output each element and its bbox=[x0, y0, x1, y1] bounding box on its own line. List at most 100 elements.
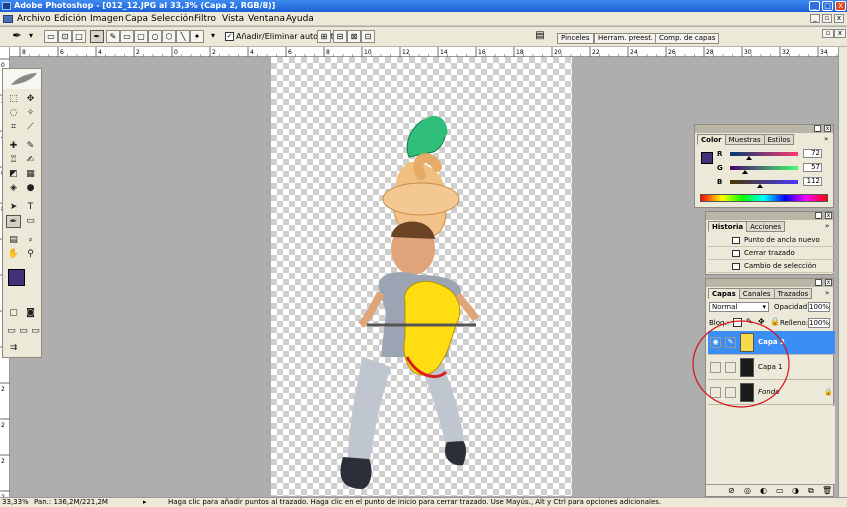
doc-minimize-button[interactable]: _ bbox=[810, 14, 820, 23]
crop-tool-icon[interactable]: ⌗ bbox=[6, 121, 21, 134]
menu-filtro[interactable]: Filtro bbox=[194, 13, 216, 25]
menu-capa[interactable]: Capa bbox=[125, 13, 148, 25]
adjustment-layer-icon[interactable]: ◑ bbox=[792, 486, 799, 495]
shape-layers-button[interactable]: ▭ bbox=[44, 30, 58, 43]
freeform-pen-button[interactable]: ✎ bbox=[106, 30, 120, 43]
geometry-options-dropdown-icon[interactable]: ▾ bbox=[206, 30, 220, 43]
slice-tool-icon[interactable]: ⟋ bbox=[23, 121, 38, 134]
fill-pixels-button[interactable]: □ bbox=[72, 30, 86, 43]
hand-tool-icon[interactable]: ✋ bbox=[6, 248, 21, 261]
maximize-button[interactable]: □ bbox=[822, 1, 833, 11]
new-layer-icon[interactable]: ⧉ bbox=[808, 486, 814, 496]
dodge-tool-icon[interactable]: ● bbox=[23, 182, 38, 195]
document-icon[interactable] bbox=[3, 15, 13, 23]
history-brush-tool-icon[interactable]: ✍ bbox=[23, 154, 38, 167]
path-selection-tool-icon[interactable]: ➤ bbox=[6, 201, 21, 214]
menu-vista[interactable]: Vista bbox=[222, 13, 244, 25]
intersect-path-button[interactable]: ⊠ bbox=[347, 30, 361, 43]
color-panel-close-button[interactable]: x bbox=[824, 125, 831, 132]
history-panel-minimize-button[interactable]: _ bbox=[815, 212, 822, 219]
menu-archivo[interactable]: Archivo bbox=[17, 13, 51, 25]
tab-trazados[interactable]: Trazados bbox=[773, 288, 813, 299]
standard-mode-icon[interactable]: ▢ bbox=[6, 307, 21, 320]
subtract-path-button[interactable]: ⊟ bbox=[333, 30, 347, 43]
green-slider-track[interactable] bbox=[730, 166, 798, 170]
doc-restore-button[interactable]: ▫ bbox=[822, 14, 832, 23]
tab-canales[interactable]: Canales bbox=[738, 288, 775, 299]
layer-style-icon[interactable]: ◎ bbox=[744, 486, 751, 495]
vertical-scrollbar[interactable] bbox=[838, 47, 847, 497]
lasso-tool-icon[interactable]: ◌ bbox=[6, 107, 21, 120]
eraser-tool-icon[interactable]: ◩ bbox=[6, 168, 21, 181]
ellipse-button[interactable]: ○ bbox=[148, 30, 162, 43]
pen-tool-preset-icon[interactable]: ✒ bbox=[10, 30, 24, 43]
color-panel-titlebar[interactable]: _ x bbox=[695, 125, 833, 133]
layer-mask-icon[interactable]: ◐ bbox=[760, 486, 767, 495]
green-value-field[interactable]: 57 bbox=[803, 163, 822, 172]
preset-dropdown-icon[interactable]: ▾ bbox=[24, 30, 38, 43]
add-to-path-button[interactable]: ⊞ bbox=[317, 30, 331, 43]
tab-color[interactable]: Color bbox=[697, 134, 726, 145]
options-close-button[interactable]: x bbox=[834, 29, 846, 38]
color-panel-minimize-button[interactable]: _ bbox=[814, 125, 821, 132]
history-panel-titlebar[interactable]: _ x bbox=[706, 212, 833, 220]
jump-to-imageready-icon[interactable]: ⇉ bbox=[6, 342, 21, 355]
tab-capas[interactable]: Capas bbox=[708, 288, 740, 299]
red-value-field[interactable]: 72 bbox=[803, 149, 822, 158]
history-item[interactable]: Cambio de selección bbox=[708, 260, 835, 273]
screen-mode-3-icon[interactable]: ▭ bbox=[28, 325, 43, 338]
doc-close-button[interactable]: x bbox=[834, 14, 844, 23]
blur-tool-icon[interactable]: ◈ bbox=[6, 182, 21, 195]
move-tool-icon[interactable]: ✥ bbox=[23, 93, 38, 106]
marquee-tool-icon[interactable]: ⬚ bbox=[6, 93, 21, 106]
magic-wand-tool-icon[interactable]: ✧ bbox=[23, 107, 38, 120]
rectangle-button[interactable]: ▭ bbox=[120, 30, 134, 43]
pen-button[interactable]: ✒ bbox=[90, 30, 104, 43]
type-tool-icon[interactable]: T bbox=[23, 201, 38, 214]
layers-panel-minimize-button[interactable]: _ bbox=[815, 279, 822, 286]
opacity-field[interactable]: 100% bbox=[808, 302, 830, 312]
layers-panel-menu-icon[interactable]: » bbox=[825, 289, 829, 297]
layers-panel-titlebar[interactable]: _ x bbox=[706, 279, 833, 287]
layer-link-icon[interactable]: ⊘ bbox=[728, 486, 735, 495]
brush-tool-icon[interactable]: ✎ bbox=[23, 140, 38, 153]
pen-tool-icon[interactable]: ✒ bbox=[6, 215, 21, 228]
zoom-level[interactable]: 33,33% bbox=[2, 498, 29, 506]
document-canvas[interactable] bbox=[271, 57, 572, 496]
blue-slider-thumb[interactable] bbox=[756, 184, 763, 188]
healing-brush-tool-icon[interactable]: ✚ bbox=[6, 140, 21, 153]
foreground-color-swatch[interactable] bbox=[8, 269, 25, 286]
history-panel-menu-icon[interactable]: » bbox=[825, 222, 829, 230]
blend-mode-select[interactable]: Normal ▾ bbox=[709, 302, 769, 312]
menu-ventana[interactable]: Ventana bbox=[248, 13, 285, 25]
color-panel-menu-icon[interactable]: » bbox=[824, 135, 828, 143]
history-item[interactable]: Cerrar trazado bbox=[708, 247, 835, 260]
tab-muestras[interactable]: Muestras bbox=[724, 134, 765, 145]
status-arrow-icon[interactable]: ▸ bbox=[143, 498, 147, 506]
color-spectrum-bar[interactable] bbox=[700, 194, 828, 202]
file-browser-icon[interactable]: ▤ bbox=[533, 30, 547, 43]
eyedropper-tool-icon[interactable]: ⸗ bbox=[23, 234, 38, 247]
menu-edicion[interactable]: Edición bbox=[54, 13, 87, 25]
quick-mask-mode-icon[interactable]: ◙ bbox=[23, 307, 38, 320]
green-slider-thumb[interactable] bbox=[742, 170, 749, 174]
clone-stamp-tool-icon[interactable]: ♖ bbox=[6, 154, 21, 167]
menu-imagen[interactable]: Imagen bbox=[90, 13, 124, 25]
trash-icon[interactable]: 🗑 bbox=[822, 486, 832, 495]
custom-shape-button[interactable]: ✦ bbox=[190, 30, 204, 43]
polygon-button[interactable]: ⬡ bbox=[162, 30, 176, 43]
close-button[interactable]: X bbox=[835, 1, 846, 11]
menu-ayuda[interactable]: Ayuda bbox=[286, 13, 314, 25]
history-panel-close-button[interactable]: x bbox=[825, 212, 832, 219]
palette-tab-pinceles[interactable]: Pinceles bbox=[557, 33, 594, 44]
tab-historia[interactable]: Historia bbox=[708, 221, 748, 232]
rounded-rect-button[interactable]: ▢ bbox=[134, 30, 148, 43]
line-button[interactable]: ╲ bbox=[176, 30, 190, 43]
blue-value-field[interactable]: 112 bbox=[803, 177, 822, 186]
exclude-path-button[interactable]: ⊡ bbox=[361, 30, 375, 43]
shape-tool-icon[interactable]: ▭ bbox=[23, 215, 38, 228]
horizontal-ruler[interactable]: 8 6 4 2 0 2 4 6 8 10 12 14 16 18 20 22 24 26 28 30 32 34 bbox=[10, 47, 838, 57]
palette-tab-herram-preest[interactable]: Herram. preest. bbox=[594, 33, 658, 44]
layer-set-icon[interactable]: ▭ bbox=[776, 486, 784, 495]
blue-slider-track[interactable] bbox=[730, 180, 798, 184]
